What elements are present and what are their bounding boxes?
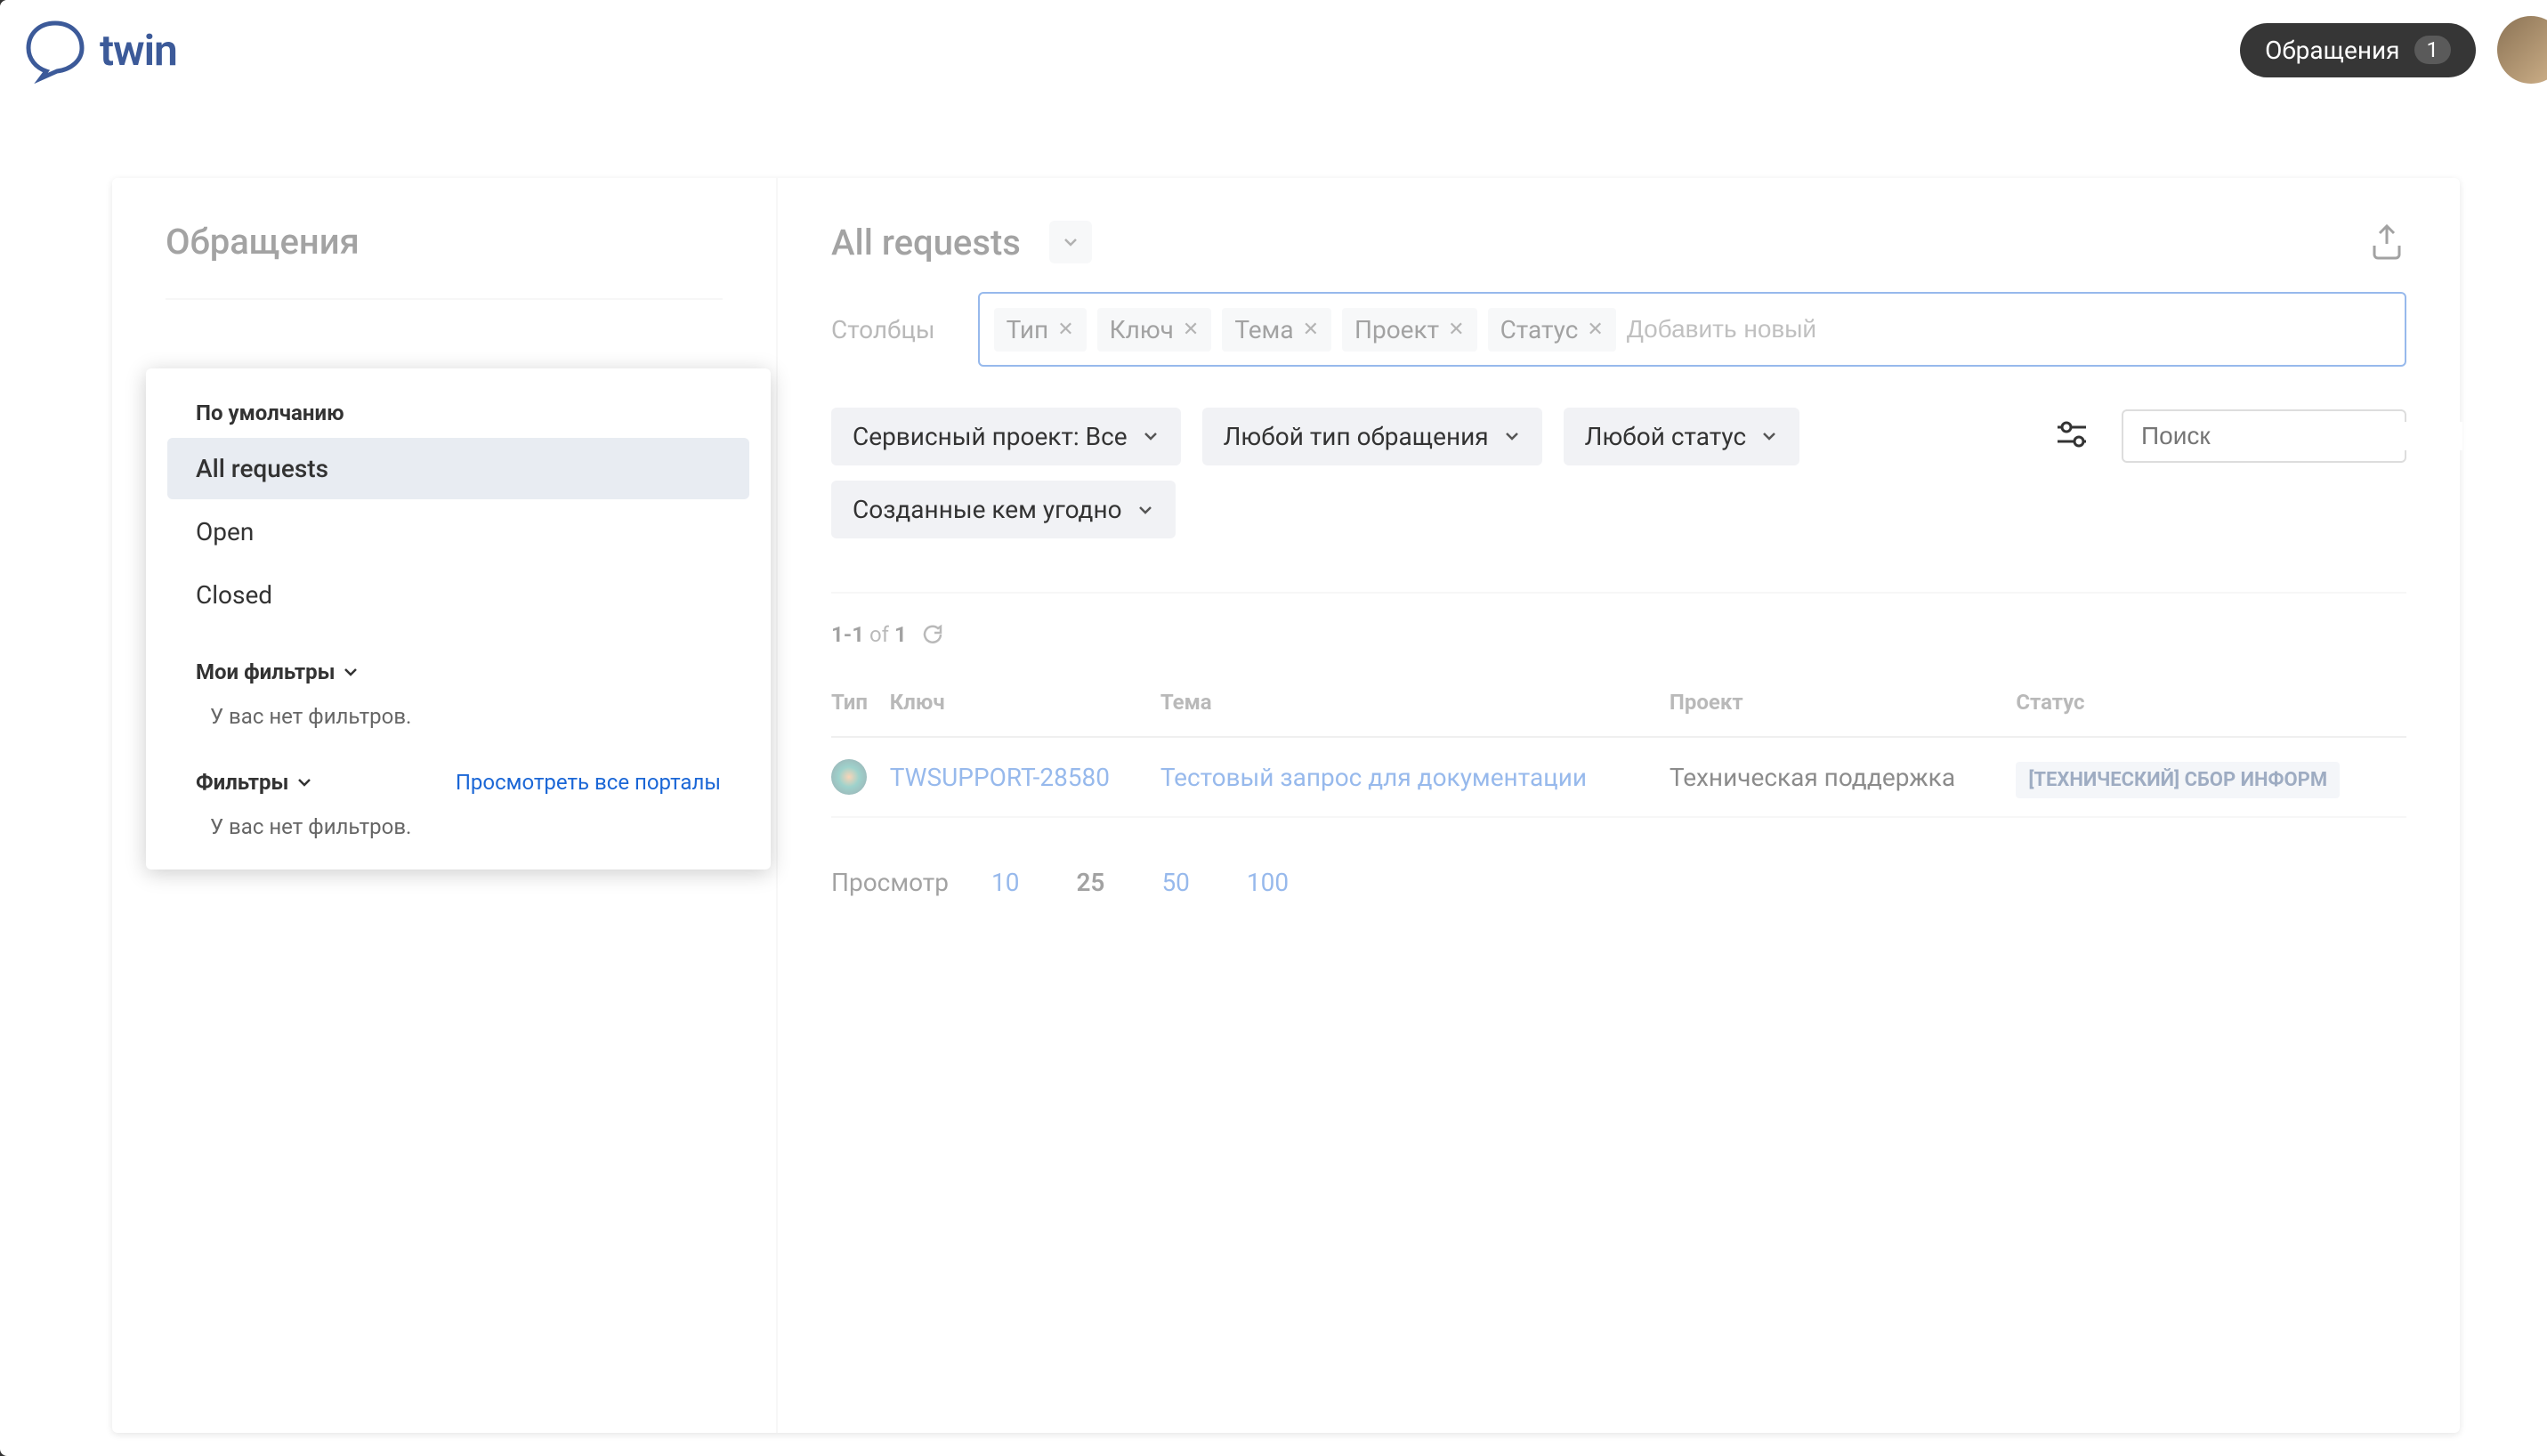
close-icon[interactable]: ✕ — [1183, 319, 1199, 341]
topbar: twin Обращения 1 — [0, 0, 2547, 100]
pager-50[interactable]: 50 — [1147, 861, 1203, 904]
tag-project: Проект✕ — [1342, 308, 1477, 352]
pager-100[interactable]: 100 — [1233, 861, 1303, 904]
request-type-icon — [831, 759, 867, 795]
popup-empty-2: У вас нет фильтров. — [167, 805, 749, 848]
filter-settings-button[interactable] — [2043, 406, 2100, 466]
main-content: All requests Столбцы Тип✕ Ключ✕ Тема✕ Пр… — [778, 178, 2460, 1433]
logo-text: twin — [100, 25, 177, 76]
tag-type: Тип✕ — [994, 308, 1087, 352]
tag-topic: Тема✕ — [1222, 308, 1331, 352]
popup-item-all-requests[interactable]: All requests — [167, 438, 749, 499]
logo[interactable]: twin — [21, 16, 177, 84]
view-all-portals-link[interactable]: Просмотреть все порталы — [456, 770, 721, 795]
chevron-down-icon — [342, 663, 360, 681]
requests-label: Обращения — [2265, 36, 2399, 65]
status-badge: [ТЕХНИЧЕСКИЙ] СБОР ИНФОРМ — [2016, 762, 2340, 798]
filter-status[interactable]: Любой статус — [1564, 408, 1800, 465]
chevron-down-icon — [1136, 501, 1154, 519]
filter-creator[interactable]: Созданные кем угодно — [831, 481, 1176, 538]
pager-label: Просмотр — [831, 868, 949, 897]
result-count: 1-1 of 1 — [831, 622, 2406, 647]
close-icon[interactable]: ✕ — [1448, 319, 1464, 341]
search-box[interactable] — [2122, 409, 2406, 463]
pager-10[interactable]: 10 — [977, 861, 1033, 904]
pager-25[interactable]: 25 — [1062, 861, 1119, 904]
close-icon[interactable]: ✕ — [1057, 319, 1073, 341]
avatar[interactable] — [2497, 16, 2547, 84]
close-icon[interactable]: ✕ — [1303, 319, 1319, 341]
requests-count: 1 — [2414, 36, 2452, 64]
request-topic-link[interactable]: Тестовый запрос для документации — [1160, 763, 1587, 792]
th-project[interactable]: Проект — [1670, 668, 2016, 737]
chevron-down-icon — [1062, 233, 1079, 251]
popup-item-open[interactable]: Open — [167, 501, 749, 562]
tag-key: Ключ✕ — [1097, 308, 1212, 352]
title-dropdown-button[interactable] — [1049, 221, 1092, 263]
chevron-down-icon — [1760, 427, 1778, 445]
th-type[interactable]: Тип — [831, 668, 890, 737]
export-icon[interactable] — [2367, 222, 2406, 262]
requests-table: Тип Ключ Тема Проект Статус TWSUPPORT-28… — [831, 668, 2406, 818]
popup-default-header: По умолчанию — [167, 390, 749, 436]
popup-empty-1: У вас нет фильтров. — [167, 695, 749, 738]
logo-icon — [21, 16, 89, 84]
filter-project[interactable]: Сервисный проект: Все — [831, 408, 1181, 465]
filters-popup: По умолчанию All requests Open Closed Мо… — [146, 368, 771, 870]
search-input[interactable] — [2141, 422, 2462, 450]
popup-my-filters-header[interactable]: Мои фильтры — [167, 627, 749, 695]
refresh-icon[interactable] — [921, 623, 944, 646]
popup-item-closed[interactable]: Closed — [167, 564, 749, 626]
columns-label: Столбцы — [831, 315, 935, 344]
tag-status: Статус✕ — [1488, 308, 1616, 352]
popup-filters-header[interactable]: Фильтры — [196, 770, 313, 795]
pager: Просмотр 10 25 50 100 — [831, 861, 2406, 904]
th-topic[interactable]: Тема — [1160, 668, 1670, 737]
sidebar-title: Обращения — [166, 221, 723, 263]
chevron-down-icon — [1142, 427, 1160, 445]
close-icon[interactable]: ✕ — [1587, 319, 1603, 341]
filter-type[interactable]: Любой тип обращения — [1202, 408, 1542, 465]
th-status[interactable]: Статус — [2016, 668, 2406, 737]
columns-tagbox[interactable]: Тип✕ Ключ✕ Тема✕ Проект✕ Статус✕ — [978, 292, 2406, 367]
th-key[interactable]: Ключ — [890, 668, 1160, 737]
columns-add-input[interactable] — [1627, 315, 2390, 344]
table-row[interactable]: TWSUPPORT-28580 Тестовый запрос для доку… — [831, 737, 2406, 817]
request-key-link[interactable]: TWSUPPORT-28580 — [890, 763, 1110, 792]
requests-badge-button[interactable]: Обращения 1 — [2240, 23, 2476, 77]
chevron-down-icon — [295, 773, 313, 791]
chevron-down-icon — [1503, 427, 1521, 445]
sliders-icon — [2054, 417, 2090, 452]
page-title: All requests — [831, 222, 1021, 263]
request-project: Техническая поддержка — [1670, 737, 2016, 817]
